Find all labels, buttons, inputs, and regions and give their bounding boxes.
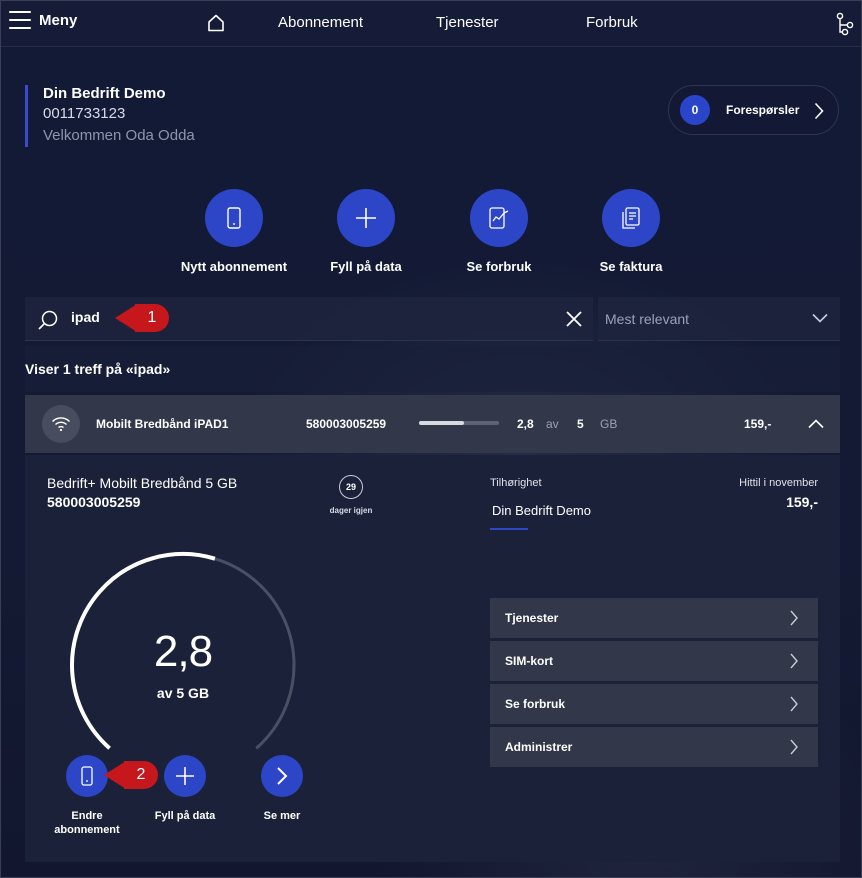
- link-see-usage[interactable]: Se forbruk: [490, 684, 818, 724]
- nav-link-abonnement[interactable]: Abonnement: [278, 14, 363, 31]
- plan-number: 580003005259: [47, 494, 141, 510]
- requests-label: Forespørsler: [726, 103, 800, 117]
- company-info: Din Bedrift Demo 0011733123 Velkommen Od…: [25, 85, 195, 147]
- usage-total: 5: [577, 417, 584, 431]
- chevron-down-icon: [812, 313, 828, 323]
- requests-button[interactable]: 0 Forespørsler: [668, 85, 839, 135]
- subscription-detail: Bedrift+ Mobilt Bredbånd 5 GB 5800030052…: [25, 455, 840, 862]
- usage-used: 2,8: [517, 417, 534, 431]
- qa-label: Fyll på data: [330, 259, 402, 274]
- chevron-up-icon[interactable]: [808, 419, 824, 429]
- period-value: 159,-: [786, 494, 818, 510]
- action-label: Fyll på data: [154, 810, 216, 822]
- wifi-icon: [42, 405, 80, 443]
- qa-label: Nytt abonnement: [180, 259, 288, 274]
- chevron-right-icon: [790, 610, 798, 626]
- see-more-button[interactable]: Se mer: [247, 755, 317, 823]
- nav-link-tjenester[interactable]: Tjenester: [436, 14, 499, 31]
- company-name: Din Bedrift Demo: [43, 85, 166, 102]
- belonging-label: Tilhørighet: [490, 477, 542, 489]
- menu-button[interactable]: Meny: [9, 11, 77, 29]
- link-label: SIM-kort: [505, 654, 553, 668]
- usage-chart-icon: [489, 207, 509, 229]
- action-label-line2: abonnement: [54, 824, 120, 836]
- usage-unit: GB: [600, 417, 618, 431]
- qa-circle: [205, 189, 263, 247]
- home-icon[interactable]: [206, 13, 226, 33]
- qa-circle: [337, 189, 395, 247]
- days-left-count: 29: [339, 475, 363, 499]
- results-summary: Viser 1 treff på «ipad»: [25, 361, 171, 377]
- qa-label: Se faktura: [599, 259, 663, 274]
- link-label: Administrer: [505, 740, 573, 754]
- quick-action-see-invoice[interactable]: Se faktura: [561, 189, 701, 274]
- usage-progress-fill: [419, 421, 464, 425]
- company-number: 0011733123: [43, 105, 126, 122]
- subscription-number: 580003005259: [306, 417, 387, 431]
- sort-selected: Mest relevant: [605, 311, 690, 327]
- qa-label: Se forbruk: [466, 259, 532, 274]
- search-icon: [38, 310, 58, 330]
- plus-icon: [176, 767, 194, 785]
- chevron-right-icon: [814, 102, 824, 120]
- action-label: Se mer: [263, 810, 301, 822]
- act-circle: [261, 755, 303, 797]
- invoice-icon: [622, 207, 640, 229]
- link-label: Se forbruk: [505, 697, 566, 711]
- plan-name: Bedrift+ Mobilt Bredbånd 5 GB: [47, 475, 238, 491]
- hamburger-icon: [9, 11, 31, 29]
- link-label: Tjenester: [505, 611, 559, 625]
- days-left-label: dager igjen: [329, 506, 373, 515]
- subscription-name: Mobilt Bredbånd iPAD1: [96, 417, 229, 431]
- qa-circle: [602, 189, 660, 247]
- chevron-right-icon: [790, 653, 798, 669]
- requests-count: 0: [680, 95, 710, 125]
- quick-action-new-subscription[interactable]: Nytt abonnement: [164, 189, 304, 274]
- top-navigation: Meny Abonnement Tjenester Forbruk: [1, 1, 861, 47]
- qa-circle: [470, 189, 528, 247]
- sort-dropdown[interactable]: Mest relevant: [598, 297, 840, 341]
- belonging-value[interactable]: Din Bedrift Demo: [492, 503, 591, 518]
- plus-icon: [356, 208, 376, 228]
- chevron-right-icon: [790, 739, 798, 755]
- quick-action-see-usage[interactable]: Se forbruk: [429, 189, 569, 274]
- gauge-value: 2,8: [153, 627, 213, 676]
- nav-link-forbruk[interactable]: Forbruk: [586, 14, 638, 31]
- phone-icon: [227, 207, 241, 229]
- close-icon[interactable]: [565, 310, 583, 328]
- search-box[interactable]: [25, 297, 593, 341]
- annotation-badge-1: 1: [115, 304, 169, 332]
- belonging-underline: [490, 528, 528, 530]
- action-label: Endre abonnement: [41, 809, 133, 837]
- act-circle: [164, 755, 206, 797]
- fill-data-button[interactable]: Fyll på data: [141, 755, 229, 823]
- act-circle: [66, 755, 108, 797]
- org-switch-icon[interactable]: [835, 12, 855, 36]
- link-administer[interactable]: Administrer: [490, 727, 818, 767]
- usage-of-label: av: [546, 417, 559, 431]
- annotation-number: 1: [135, 304, 169, 332]
- chevron-right-icon: [790, 696, 798, 712]
- phone-icon: [81, 766, 93, 786]
- welcome-text: Velkommen Oda Odda: [43, 127, 195, 144]
- quick-action-fill-data[interactable]: Fyll på data: [296, 189, 436, 274]
- gauge-subtitle: av 5 GB: [156, 685, 210, 701]
- subscription-row[interactable]: Mobilt Bredbånd iPAD1 580003005259 2,8 a…: [25, 395, 840, 453]
- link-sim-card[interactable]: SIM-kort: [490, 641, 818, 681]
- results-bar: Viser 1 treff på «ipad»: [25, 346, 840, 392]
- usage-progress-bar: [419, 421, 499, 425]
- action-label-line1: Endre: [71, 810, 103, 822]
- link-services[interactable]: Tjenester: [490, 598, 818, 638]
- period-label: Hittil i november: [739, 477, 818, 489]
- subscription-price: 159,-: [744, 417, 772, 431]
- menu-label: Meny: [39, 11, 78, 29]
- chevron-right-icon: [277, 767, 288, 785]
